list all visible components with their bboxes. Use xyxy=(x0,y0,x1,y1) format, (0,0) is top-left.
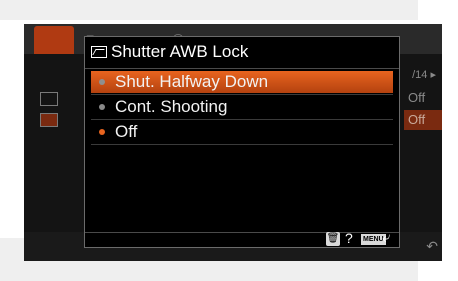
bg-row-value: Off xyxy=(408,90,426,105)
tab-camera-settings[interactable] xyxy=(34,26,74,54)
current-setting-dot-icon xyxy=(99,129,105,135)
top-margin xyxy=(0,0,418,20)
bg-row-value-selected: Off xyxy=(404,110,442,130)
title-divider xyxy=(85,68,399,69)
dialog-title-text: Shutter AWB Lock xyxy=(111,42,249,61)
trash-icon[interactable]: 🗑 xyxy=(326,232,340,246)
page-indicator: /14 ▸ xyxy=(412,69,436,81)
camera-screen: ■ ◎ ▭ • /14 ▸ Off Off ↶ Shutter AWB Lock… xyxy=(24,24,442,261)
bullet-icon xyxy=(99,104,105,110)
back-arrow-icon[interactable]: ⤶ xyxy=(382,229,390,246)
awb-lock-icon xyxy=(91,46,107,58)
option-shut-halfway-down[interactable]: Shut. Halfway Down xyxy=(91,71,393,93)
dialog-footer: 🗑 ? MENU ⤶ xyxy=(85,229,399,248)
dialog-title: Shutter AWB Lock xyxy=(91,41,248,63)
bg-row-icon-selected xyxy=(40,113,58,127)
bg-row-icon xyxy=(40,92,58,106)
option-cont-shooting[interactable]: Cont. Shooting xyxy=(91,96,405,118)
bullet-icon xyxy=(99,79,105,85)
option-label: Off xyxy=(115,122,138,141)
help-label[interactable]: ? xyxy=(345,230,353,246)
option-divider xyxy=(91,144,393,145)
option-label: Cont. Shooting xyxy=(115,97,228,116)
bg-back-icon: ↶ xyxy=(426,238,438,254)
option-divider xyxy=(91,119,393,120)
shutter-awb-lock-dialog: Shutter AWB Lock Shut. Halfway Down Cont… xyxy=(84,36,400,248)
option-divider xyxy=(91,94,393,95)
option-label: Shut. Halfway Down xyxy=(115,72,269,91)
option-off[interactable]: Off xyxy=(91,121,405,143)
